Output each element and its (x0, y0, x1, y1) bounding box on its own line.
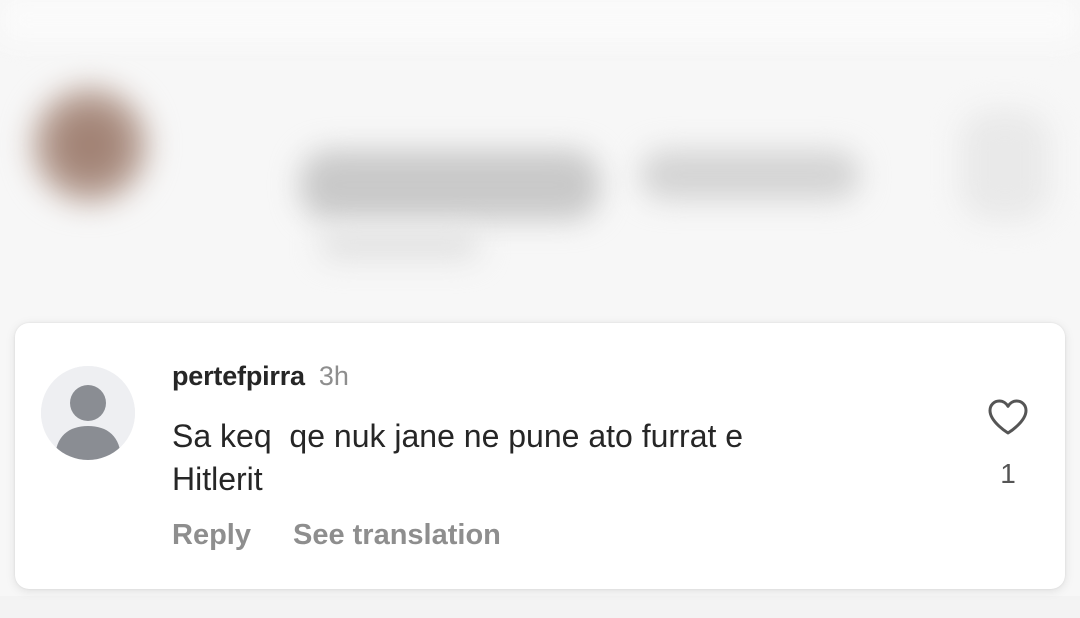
see-translation-button[interactable]: See translation (293, 519, 501, 552)
username-link[interactable]: pertefpirra (172, 361, 305, 392)
blurred-text (640, 150, 860, 200)
timestamp: 3h (318, 361, 349, 391)
default-user-icon (41, 366, 135, 460)
comment-text: Sa keq qe nuk jane ne pune ato furrat e … (172, 418, 744, 497)
comment-card: pertefpirra 3h Sa keq qe nuk jane ne pun… (15, 323, 1065, 589)
comment-meta: pertefpirra 3h (172, 361, 962, 397)
like-area: 1 (980, 398, 1036, 490)
blurred-text (320, 230, 480, 260)
heart-outline-icon[interactable] (987, 398, 1029, 436)
reply-button[interactable]: Reply (172, 519, 251, 552)
blurred-avatar (30, 85, 150, 205)
blurred-band (0, 0, 1080, 40)
comment-actions: Reply See translation (172, 519, 501, 552)
bottom-strip (0, 596, 1080, 618)
blurred-text (300, 150, 600, 220)
avatar[interactable] (41, 366, 135, 460)
like-count: 1 (1000, 458, 1016, 489)
blurred-block (960, 110, 1050, 220)
comment-body: pertefpirra 3h Sa keq qe nuk jane ne pun… (172, 361, 962, 501)
